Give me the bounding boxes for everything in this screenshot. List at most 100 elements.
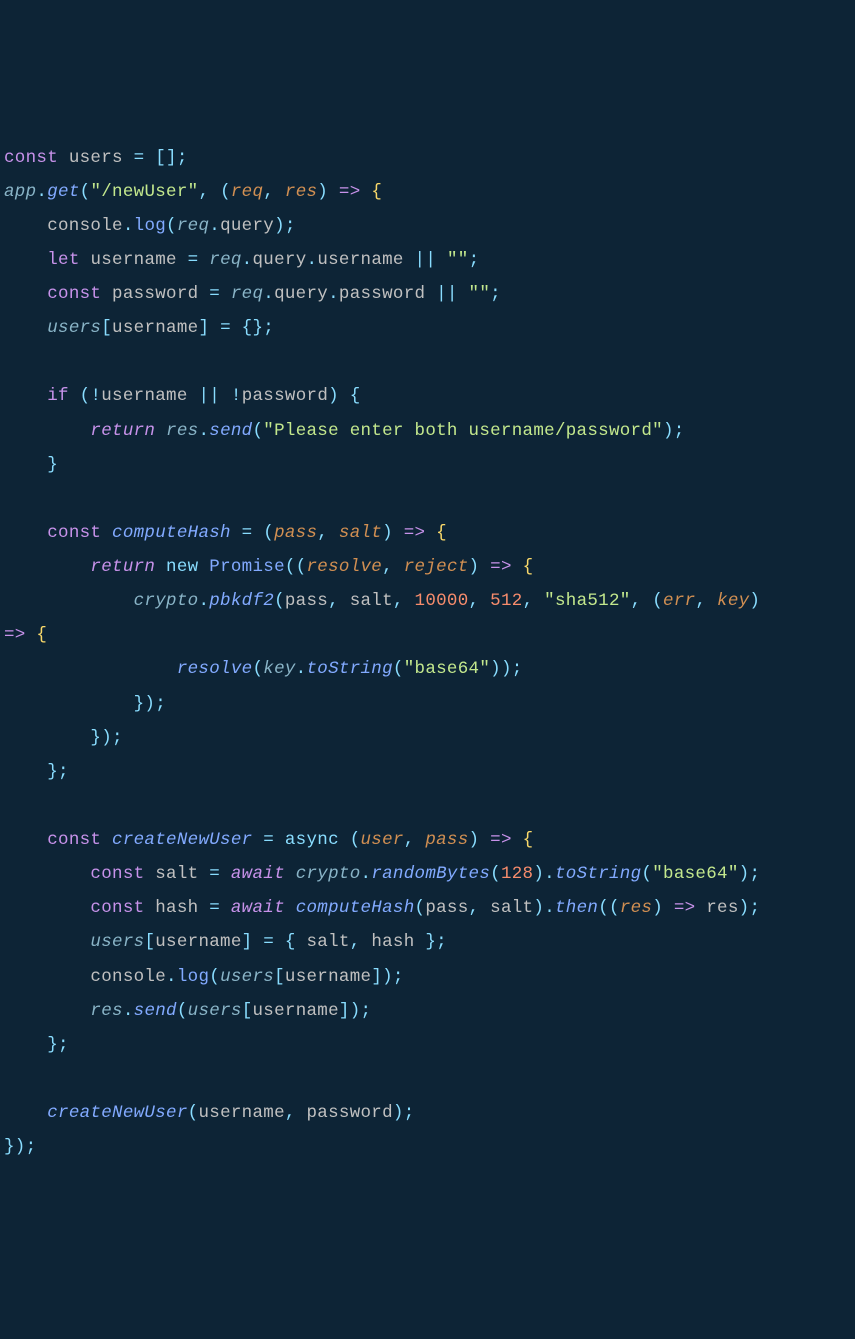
code-token: console	[4, 967, 166, 987]
code-line: console.log(users[username]);	[4, 960, 851, 994]
code-token: await	[231, 898, 285, 918]
code-line: let username = req.query.username || "";	[4, 243, 851, 277]
code-line: const createNewUser = async (user, pass)…	[4, 823, 851, 857]
code-token: {	[361, 182, 383, 202]
code-token: ,	[350, 932, 372, 952]
code-line	[4, 789, 851, 823]
code-line: const computeHash = (pass, salt) => {	[4, 516, 851, 550]
code-token: crypto	[296, 864, 361, 884]
code-token: ((	[285, 557, 307, 577]
code-token	[4, 864, 90, 884]
code-token: ) {	[328, 386, 360, 406]
code-line: const hash = await computeHash(pass, sal…	[4, 891, 851, 925]
code-token: =	[177, 250, 209, 270]
code-token: {	[512, 830, 534, 850]
code-token: send	[209, 421, 252, 441]
code-token: pass	[285, 591, 328, 611]
code-token: ))	[490, 659, 512, 679]
code-line: };	[4, 755, 851, 789]
code-token: (	[415, 898, 426, 918]
code-line: => {	[4, 618, 851, 652]
code-token: username	[90, 250, 176, 270]
code-token: , (	[198, 182, 230, 202]
code-token: }	[4, 1035, 58, 1055]
code-token: }	[415, 932, 437, 952]
code-token: Promise	[209, 557, 285, 577]
code-token: users	[188, 1001, 242, 1021]
code-token: !	[231, 386, 242, 406]
code-token: randomBytes	[371, 864, 490, 884]
code-token: .	[361, 864, 372, 884]
code-token: ,	[263, 182, 285, 202]
code-token: user	[361, 830, 404, 850]
code-token	[4, 1001, 90, 1021]
code-token: ||	[425, 284, 468, 304]
code-token: username	[317, 250, 403, 270]
code-token: (	[80, 182, 91, 202]
code-token: = (	[231, 523, 274, 543]
code-token: const	[47, 523, 112, 543]
code-line	[4, 345, 851, 379]
code-token: )	[749, 591, 771, 611]
code-token: ;	[404, 1103, 415, 1123]
code-line	[4, 1062, 851, 1096]
code-line: users[username] = { salt, hash };	[4, 925, 851, 959]
code-line: res.send(users[username]);	[4, 994, 851, 1028]
code-token: )	[533, 864, 544, 884]
code-token: "Please enter both username/password"	[263, 421, 663, 441]
code-token: ,	[285, 1103, 307, 1123]
code-token: res	[166, 421, 198, 441]
code-token: username	[155, 932, 241, 952]
code-token: query	[252, 250, 306, 270]
code-token: )	[663, 421, 674, 441]
code-token: )	[533, 898, 544, 918]
code-token: =>	[4, 625, 26, 645]
code-token: createNewUser	[112, 830, 252, 850]
code-token	[4, 898, 90, 918]
code-token: salt	[350, 591, 393, 611]
code-token: const	[90, 898, 155, 918]
code-token: (	[252, 659, 263, 679]
code-token	[4, 318, 47, 338]
code-token: ;	[512, 659, 523, 679]
code-token: = []	[123, 148, 177, 168]
code-token: .	[544, 864, 555, 884]
code-token	[198, 557, 209, 577]
code-token: ||	[188, 386, 231, 406]
code-token: pass	[425, 830, 468, 850]
code-token: computeHash	[112, 523, 231, 543]
code-token	[4, 352, 15, 372]
code-token: await	[231, 864, 285, 884]
code-token: ""	[447, 250, 469, 270]
code-token: (	[339, 830, 361, 850]
code-token: ;	[26, 1137, 37, 1157]
code-token: salt	[490, 898, 533, 918]
code-token: "base64"	[404, 659, 490, 679]
code-token: (	[252, 421, 263, 441]
code-token: .	[263, 284, 274, 304]
code-token: =>	[339, 182, 361, 202]
code-token	[285, 898, 296, 918]
code-token: ||	[404, 250, 447, 270]
code-token: ,	[328, 591, 350, 611]
code-token: ,	[695, 591, 717, 611]
code-token: ;	[436, 932, 447, 952]
code-token: const	[4, 148, 69, 168]
code-token: [	[144, 932, 155, 952]
code-token: createNewUser	[47, 1103, 187, 1123]
code-token: [	[101, 318, 112, 338]
code-token: =	[198, 898, 230, 918]
code-token: res	[285, 182, 317, 202]
code-token: .	[328, 284, 339, 304]
code-token: !	[90, 386, 101, 406]
code-editor[interactable]: const users = [];app.get("/newUser", (re…	[4, 141, 851, 1165]
code-token: toString	[555, 864, 641, 884]
code-token	[4, 796, 15, 816]
code-line: const password = req.query.password || "…	[4, 277, 851, 311]
code-token: if	[47, 386, 79, 406]
code-token: password	[242, 386, 328, 406]
code-token: req	[231, 284, 263, 304]
code-token: hash	[371, 932, 414, 952]
code-token: .	[209, 216, 220, 236]
code-token: "/newUser"	[90, 182, 198, 202]
